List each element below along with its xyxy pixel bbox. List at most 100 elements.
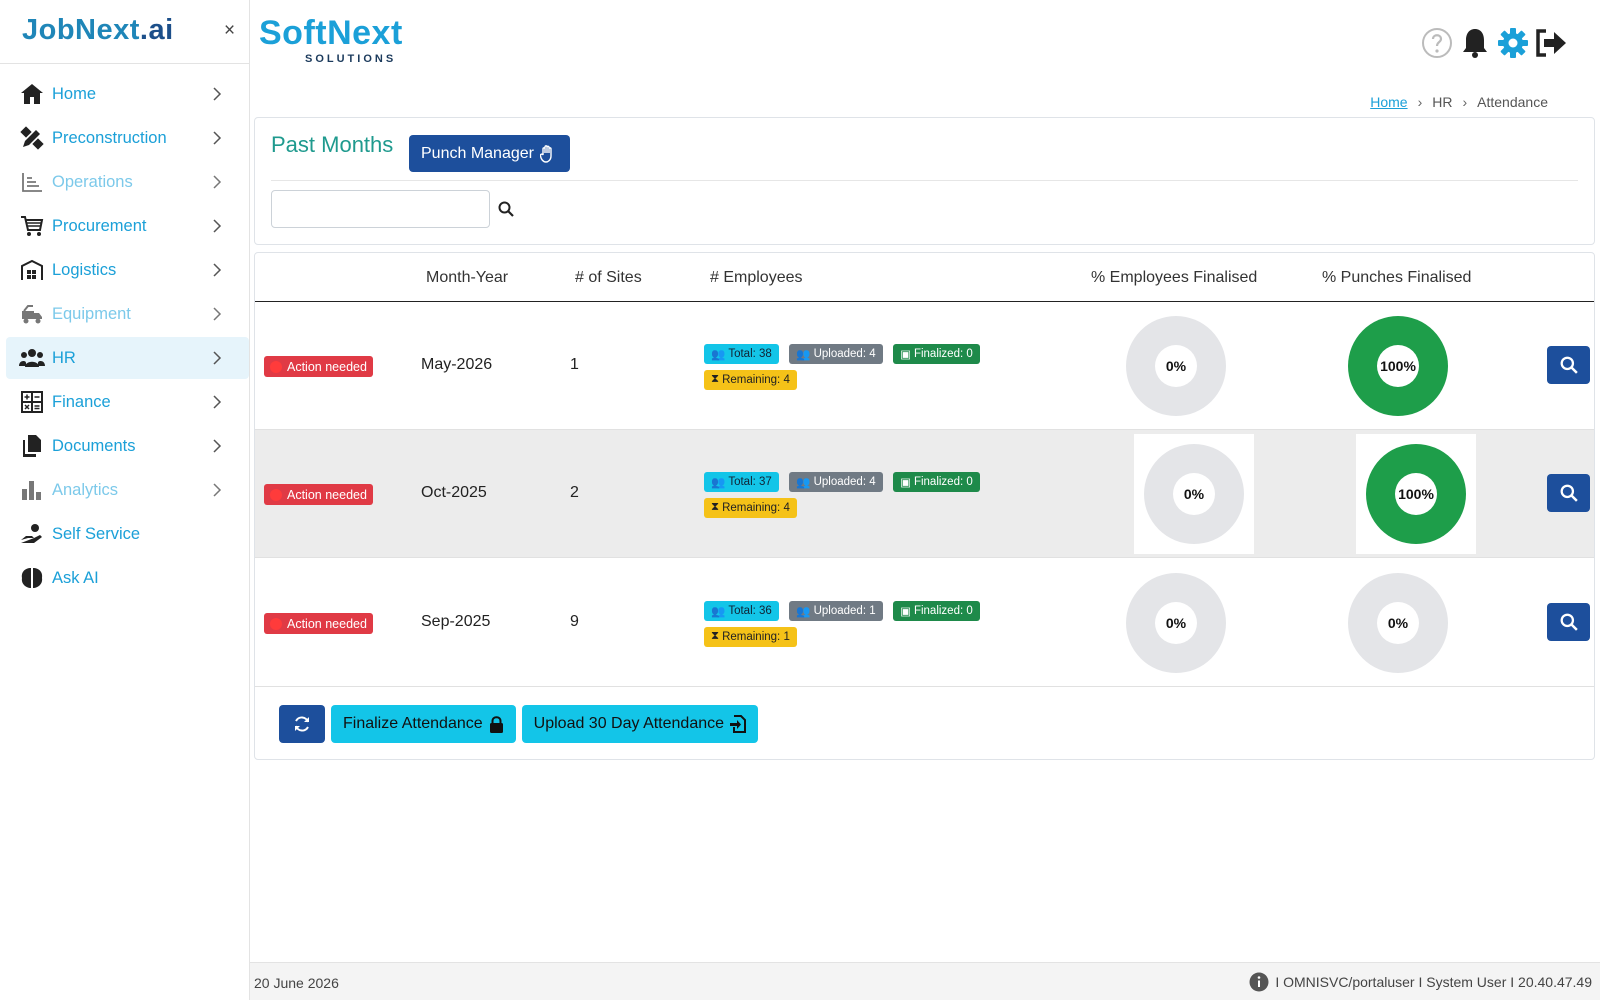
search-icon[interactable] bbox=[495, 198, 517, 220]
punches-finalised-donut: 0% bbox=[1338, 563, 1458, 683]
clipboard-check-icon: ▣ bbox=[900, 477, 911, 489]
uploaded-pill: 👥 Uploaded: 4 bbox=[789, 344, 883, 364]
user-info: I OMNISVC/portaluser I System User I 20.… bbox=[1249, 972, 1592, 992]
search-input[interactable] bbox=[271, 190, 490, 228]
bell-icon[interactable] bbox=[1458, 25, 1492, 61]
sites-cell: 2 bbox=[570, 484, 579, 501]
lock-icon bbox=[489, 715, 503, 733]
sidebar-item-label: Self Service bbox=[52, 524, 141, 543]
hand-user-icon bbox=[19, 521, 45, 547]
past-months-card: Past Months Punch Manager bbox=[254, 117, 1595, 245]
view-details-button[interactable] bbox=[1547, 346, 1590, 384]
people-icon: 👥 bbox=[711, 477, 726, 489]
sidebar-item-label: Finance bbox=[52, 392, 111, 411]
chevron-right-icon bbox=[213, 439, 222, 453]
upload-attendance-button[interactable]: Upload 30 Day Attendance bbox=[521, 705, 759, 743]
chevron-right-icon bbox=[213, 87, 222, 101]
help-icon[interactable] bbox=[1420, 25, 1454, 61]
header-icons bbox=[1420, 25, 1568, 61]
punch-manager-button[interactable]: Punch Manager bbox=[409, 135, 570, 172]
status-badge: Action needed bbox=[264, 613, 373, 634]
sidebar-item-label: Analytics bbox=[52, 480, 119, 499]
sidebar-item-label: HR bbox=[52, 348, 76, 367]
header-pct-punches: % Punches Finalised bbox=[1322, 269, 1472, 286]
alert-dot-icon bbox=[270, 617, 282, 630]
chevron-right-icon bbox=[213, 175, 222, 189]
sidebar-item-label: Ask AI bbox=[52, 568, 99, 587]
logout-icon[interactable] bbox=[1534, 25, 1568, 61]
finalize-attendance-button[interactable]: Finalize Attendance bbox=[331, 705, 516, 743]
users-icon: 👥 bbox=[796, 606, 811, 618]
view-details-button[interactable] bbox=[1547, 603, 1590, 641]
refresh-icon bbox=[295, 716, 309, 732]
documents-icon bbox=[19, 433, 45, 459]
breadcrumb-section: HR bbox=[1432, 94, 1453, 110]
sidebar-item-equipment[interactable]: Equipment bbox=[6, 293, 249, 335]
home-icon bbox=[19, 81, 45, 107]
sites-cell: 9 bbox=[570, 613, 579, 630]
punches-finalised-donut: 100% bbox=[1338, 306, 1458, 426]
table-row: Action needed Oct-2025 2 👥 Total: 37 👥 Upl… bbox=[255, 430, 1594, 558]
sidebar-item-logistics[interactable]: Logistics bbox=[6, 249, 249, 291]
sidebar-nav: Home Preconstruction Operations Procurem… bbox=[6, 73, 249, 601]
sidebar-item-hr[interactable]: HR bbox=[6, 337, 249, 379]
chevron-right-icon bbox=[213, 483, 222, 497]
chevron-right-icon bbox=[213, 219, 222, 233]
sidebar-item-analytics[interactable]: Analytics bbox=[6, 469, 249, 511]
sidebar-item-home[interactable]: Home bbox=[6, 73, 249, 115]
sidebar-item-finance[interactable]: Finance bbox=[6, 381, 249, 423]
punches-finalised-donut: 100% bbox=[1356, 434, 1476, 554]
search-icon bbox=[1560, 484, 1578, 502]
gear-icon[interactable] bbox=[1496, 25, 1530, 61]
sidebar-item-label: Documents bbox=[52, 436, 136, 455]
sidebar-header: JobNext.ai × bbox=[0, 0, 249, 64]
cart-icon bbox=[19, 213, 45, 239]
file-import-icon bbox=[730, 715, 747, 733]
info-icon[interactable] bbox=[1249, 972, 1269, 992]
sidebar-item-operations[interactable]: Operations bbox=[6, 161, 249, 203]
breadcrumb-home-link[interactable]: Home bbox=[1370, 94, 1407, 110]
breadcrumb-separator: › bbox=[1462, 94, 1468, 110]
sidebar-item-ask-ai[interactable]: Ask AI bbox=[6, 557, 249, 599]
sidebar-item-documents[interactable]: Documents bbox=[6, 425, 249, 467]
sidebar-item-label: Home bbox=[52, 84, 97, 103]
refresh-button[interactable] bbox=[279, 705, 325, 743]
header-employees: # Employees bbox=[710, 269, 803, 286]
uploaded-pill: 👥 Uploaded: 1 bbox=[789, 601, 883, 621]
uploaded-pill: 👥 Uploaded: 4 bbox=[789, 472, 883, 492]
month-year-cell: Oct-2025 bbox=[421, 484, 487, 501]
hourglass-icon: ⧗ bbox=[711, 373, 720, 385]
table-actions: Finalize Attendance Upload 30 Day Attend… bbox=[279, 705, 759, 743]
sidebar-item-preconstruction[interactable]: Preconstruction bbox=[6, 117, 249, 159]
sidebar-item-label: Equipment bbox=[52, 304, 131, 323]
status-bar: 20 June 2026 I OMNISVC/portaluser I Syst… bbox=[250, 962, 1600, 1000]
page-title: Past Months bbox=[271, 132, 394, 157]
hourglass-icon: ⧗ bbox=[711, 630, 720, 642]
finalized-pill: ▣ Finalized: 0 bbox=[893, 344, 980, 364]
sidebar-item-label: Procurement bbox=[52, 216, 147, 235]
remaining-pill: ⧗ Remaining: 4 bbox=[704, 497, 797, 518]
close-sidebar-button[interactable]: × bbox=[224, 20, 235, 42]
search-icon bbox=[1560, 613, 1578, 631]
people-icon: 👥 bbox=[711, 606, 726, 618]
users-icon: 👥 bbox=[796, 477, 811, 489]
sidebar-item-procurement[interactable]: Procurement bbox=[6, 205, 249, 247]
total-pill: 👥 Total: 36 bbox=[704, 601, 779, 621]
attendance-table: Month-Year # of Sites # Employees % Empl… bbox=[254, 252, 1595, 760]
users-icon bbox=[19, 345, 45, 371]
employees-finalised-donut: 0% bbox=[1116, 563, 1236, 683]
month-year-cell: May-2026 bbox=[421, 356, 493, 373]
bar-chart-icon bbox=[19, 477, 45, 503]
view-details-button[interactable] bbox=[1547, 474, 1590, 512]
clipboard-check-icon: ▣ bbox=[900, 606, 911, 618]
table-row: Action needed May-2026 1 👥 Total: 38 👥 Upl… bbox=[255, 302, 1594, 430]
truck-icon bbox=[19, 301, 45, 327]
chart-line-icon bbox=[19, 169, 45, 195]
jobnext-logo[interactable]: JobNext.ai bbox=[22, 14, 174, 47]
chevron-right-icon bbox=[213, 263, 222, 277]
sidebar-item-self-service[interactable]: Self Service bbox=[6, 513, 249, 555]
status-badge: Action needed bbox=[264, 484, 373, 505]
total-pill: 👥 Total: 37 bbox=[704, 472, 779, 492]
alert-dot-icon bbox=[270, 360, 282, 373]
header-pct-employees: % Employees Finalised bbox=[1091, 269, 1258, 286]
